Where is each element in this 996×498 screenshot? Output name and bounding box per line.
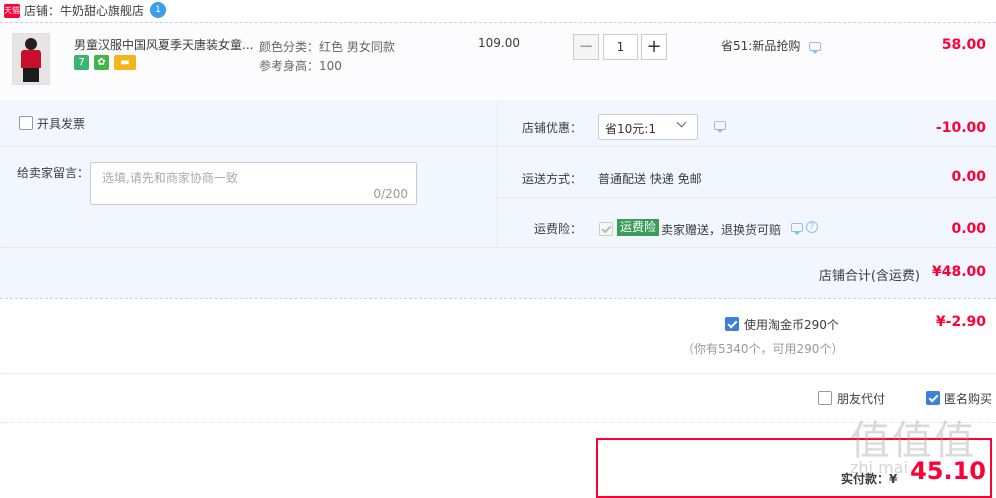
anonymous-label[interactable]: 匿名购买	[944, 390, 992, 407]
quantity-input[interactable]: 1	[603, 34, 638, 60]
quantity-decrease-button[interactable]: −	[573, 34, 599, 60]
friend-pay-label[interactable]: 朋友代付	[837, 390, 885, 407]
watermark-text: zhi mai	[850, 458, 908, 477]
shipping-label: 运送方式：	[522, 172, 583, 186]
coins-balance-note: （你有5340个，可用290个）	[682, 342, 844, 356]
use-coins-checkbox[interactable]	[725, 317, 739, 331]
coupon-discount: -10.00	[935, 120, 986, 136]
subtotal-row-divider	[0, 247, 996, 248]
product-thumbnail[interactable]	[12, 33, 50, 85]
shop-name-link[interactable]: 店铺：牛奶甜心旗舰店	[24, 3, 144, 19]
insurance-badge: 运费险	[617, 219, 660, 236]
quantity-increase-button[interactable]: +	[641, 34, 667, 60]
use-coins-label[interactable]: 使用淘金币290个	[744, 316, 839, 333]
wangwang-chat-icon[interactable]: 1	[150, 2, 166, 18]
coins-divider	[0, 373, 996, 374]
shop-subtotal-label: 店铺合计(含运费)	[818, 269, 920, 284]
promo-message-icon[interactable]	[809, 42, 821, 54]
invoice-label[interactable]: 开具发票	[37, 115, 85, 132]
insurance-checkbox	[599, 222, 613, 236]
item-title-link[interactable]: 男童汉服中国风夏季天唐装女童...	[74, 36, 254, 53]
promotion-text: 省51:新品抢购	[721, 39, 801, 53]
insurance-message-icon[interactable]	[791, 223, 803, 235]
options-divider	[0, 422, 996, 423]
panel-bottom-divider	[0, 298, 996, 299]
coupon-row-divider	[497, 146, 996, 147]
quality-guarantee-icon: ✿	[94, 55, 109, 70]
memo-char-count: 0/200	[373, 187, 408, 201]
coupon-label: 店铺优惠：	[522, 121, 583, 135]
seven-day-return-icon: 7	[74, 55, 89, 70]
left-row-divider	[0, 146, 497, 147]
sku-height: 参考身高：100	[259, 59, 342, 73]
coupon-message-icon[interactable]	[714, 121, 726, 133]
panel-vertical-divider	[497, 100, 498, 247]
shipping-method: 普通配送 快递 免邮	[598, 172, 702, 186]
insurance-label: 运费险：	[534, 222, 583, 236]
anonymous-checkbox[interactable]	[926, 391, 940, 405]
shop-subtotal-value: ¥48.00	[931, 264, 986, 280]
tmall-logo: 天猫	[4, 4, 20, 18]
credit-card-icon: ▬	[114, 55, 136, 70]
friend-pay-checkbox[interactable]	[818, 391, 832, 405]
shipping-row-divider	[497, 197, 996, 198]
unit-price: 109.00	[478, 36, 520, 50]
item-total: 58.00	[941, 37, 986, 53]
sku-color: 颜色分类：红色 男女同款	[259, 40, 395, 54]
coupon-selected-value: 省10元:1	[605, 122, 656, 136]
help-icon[interactable]: ?	[806, 221, 818, 233]
memo-label: 给卖家留言：	[17, 166, 90, 180]
coins-discount: ¥-2.90	[935, 314, 986, 330]
item-row	[0, 23, 996, 99]
shipping-fee: 0.00	[951, 169, 986, 185]
insurance-fee: 0.00	[951, 221, 986, 237]
memo-placeholder: 选填,请先和商家协商一致	[102, 171, 238, 185]
insurance-text: 卖家赠送，退换货可赔	[661, 223, 782, 237]
invoice-checkbox[interactable]	[19, 116, 33, 130]
